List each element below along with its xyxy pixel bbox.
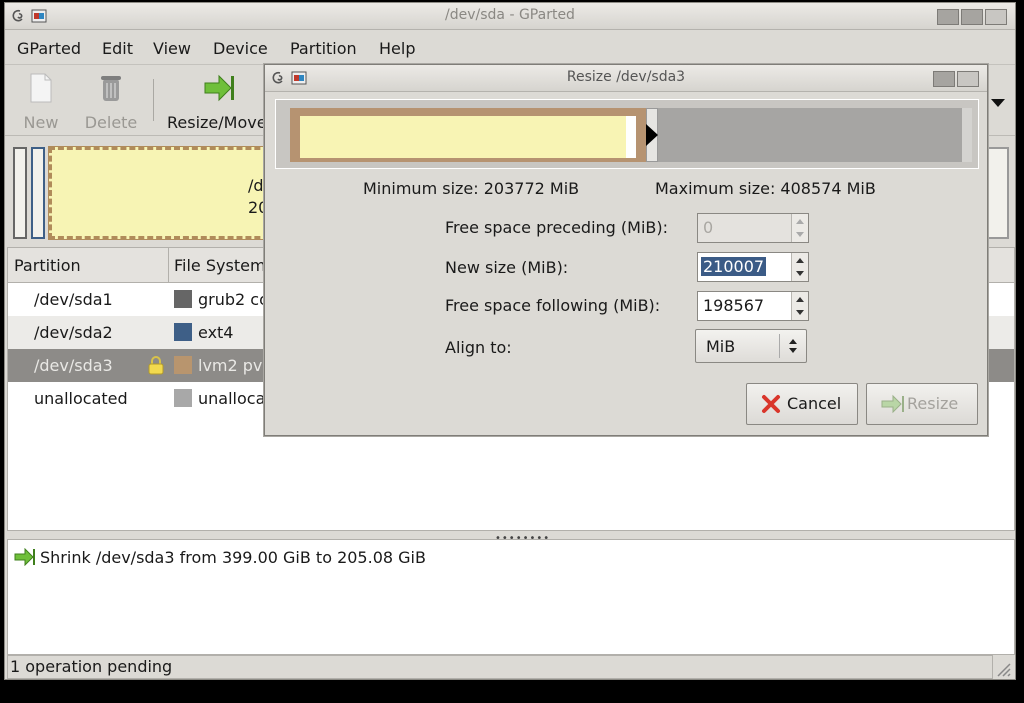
resize-handle-arrow-icon[interactable] <box>646 124 658 146</box>
spinner-arrows[interactable] <box>791 292 808 320</box>
free-space-preceding-spinner: 0 <box>697 213 809 243</box>
disk-segment-unallocated[interactable] <box>987 147 1009 239</box>
disk-segment-sda2[interactable] <box>31 147 45 239</box>
align-to-label: Align to: <box>445 338 512 357</box>
fs-color-swatch <box>174 389 192 407</box>
window-resize-grip-icon[interactable] <box>993 659 1011 677</box>
resize-arrow-icon <box>881 394 904 414</box>
spin-down-icon <box>796 232 804 237</box>
menu-edit[interactable]: Edit <box>102 39 133 58</box>
new-document-icon <box>30 73 52 103</box>
device-dropdown-arrow-icon[interactable] <box>991 99 1005 107</box>
used-space <box>300 116 626 158</box>
disk-segment-sda1[interactable] <box>13 147 27 239</box>
resize-button[interactable]: Resize <box>866 383 978 425</box>
spinner-arrows[interactable] <box>791 253 808 281</box>
spin-down-icon[interactable] <box>796 310 804 315</box>
main-window-title: /dev/sda - GParted <box>445 7 575 23</box>
dialog-titlebar: Resize /dev/sda3 <box>265 65 987 92</box>
fs-color-swatch <box>174 356 192 374</box>
menu-partition[interactable]: Partition <box>290 39 357 58</box>
combo-up-icon <box>789 339 797 344</box>
resize-arrow-icon <box>204 74 234 102</box>
new-size-spinner[interactable]: 210007 <box>697 252 809 282</box>
partition-name: /dev/sda3 <box>34 356 113 375</box>
close-button[interactable] <box>985 9 1007 25</box>
combo-down-icon <box>789 348 797 353</box>
minimum-size: Minimum size: 203772 MiB <box>363 179 580 198</box>
dialog-window-controls <box>933 71 979 87</box>
partition-name: /dev/sda1 <box>34 290 113 309</box>
dialog-minimize-button[interactable] <box>933 71 955 87</box>
fs-color-swatch <box>174 323 192 341</box>
spinner-arrows <box>791 214 808 242</box>
spin-up-icon[interactable] <box>796 258 804 263</box>
main-titlebar: /dev/sda - GParted <box>5 3 1015 30</box>
new-size-label: New size (MiB): <box>445 258 569 277</box>
dialog-close-button[interactable] <box>957 71 979 87</box>
unused-space <box>626 116 636 158</box>
partition-name: /dev/sda2 <box>34 323 113 342</box>
fs-name: grub2 co <box>198 290 269 309</box>
menubar: GParted Edit View Device Partition Help <box>5 30 1015 65</box>
menu-device[interactable]: Device <box>213 39 268 58</box>
menu-help[interactable]: Help <box>379 39 415 58</box>
fs-name: ext4 <box>198 323 234 342</box>
menu-view[interactable]: View <box>153 39 191 58</box>
minimize-button[interactable] <box>937 9 959 25</box>
new-button[interactable]: New <box>21 73 61 132</box>
resize-move-button[interactable]: Resize/Move <box>167 73 277 132</box>
col-filesystem[interactable]: File System <box>174 256 266 275</box>
free-space-following-label: Free space following (MiB): <box>445 296 661 315</box>
resize-operation-icon <box>14 548 35 566</box>
combo-divider <box>779 334 780 358</box>
delete-button[interactable]: Delete <box>81 73 141 132</box>
align-to-combo[interactable]: MiB <box>695 329 807 363</box>
spinner-value[interactable]: 210007 <box>701 257 767 276</box>
resize-label: Resize <box>907 394 959 413</box>
new-label: New <box>23 113 59 132</box>
maximum-size: Maximum size: 408574 MiB <box>655 179 876 198</box>
graph-right-edge <box>962 108 972 162</box>
col-divider <box>168 248 169 282</box>
fs-name: lvm2 pv <box>198 356 263 375</box>
status-bar: 1 operation pending <box>7 655 993 679</box>
partition-block[interactable] <box>290 108 646 162</box>
free-space-preceding-label: Free space preceding (MiB): <box>445 218 669 237</box>
resize-dialog: Resize /dev/sda3 Minimum size: 203772 Mi… <box>264 64 988 436</box>
menu-gparted[interactable]: GParted <box>17 39 81 58</box>
fs-name: unalloca <box>198 389 266 408</box>
cancel-button[interactable]: Cancel <box>746 383 858 425</box>
spinner-value[interactable]: 198567 <box>703 296 764 315</box>
spin-up-icon <box>796 219 804 224</box>
fs-color-swatch <box>174 290 192 308</box>
lock-icon <box>148 356 164 375</box>
operations-log: Shrink /dev/sda3 from 399.00 GiB to 205.… <box>7 539 1015 655</box>
status-text: 1 operation pending <box>10 657 173 676</box>
resize-graph <box>275 99 979 169</box>
cancel-label: Cancel <box>787 394 842 413</box>
free-space-area <box>658 108 962 162</box>
window-controls <box>937 9 1007 25</box>
trash-icon <box>101 76 121 101</box>
free-space-following-spinner[interactable]: 198567 <box>697 291 809 321</box>
dialog-title: Resize /dev/sda3 <box>566 69 686 85</box>
maximize-button[interactable] <box>961 9 983 25</box>
combo-value: MiB <box>706 337 736 356</box>
toolbar-separator <box>153 79 154 121</box>
spin-down-icon[interactable] <box>796 271 804 276</box>
delete-label: Delete <box>84 113 138 132</box>
segment-label: /d <box>248 176 264 195</box>
cancel-x-icon <box>762 395 780 413</box>
operation-item[interactable]: Shrink /dev/sda3 from 399.00 GiB to 205.… <box>40 548 426 567</box>
partition-name: unallocated <box>34 389 128 408</box>
spin-up-icon[interactable] <box>796 297 804 302</box>
spinner-value: 0 <box>703 218 714 237</box>
resize-move-label: Resize/Move <box>167 113 267 132</box>
col-partition[interactable]: Partition <box>14 256 81 275</box>
